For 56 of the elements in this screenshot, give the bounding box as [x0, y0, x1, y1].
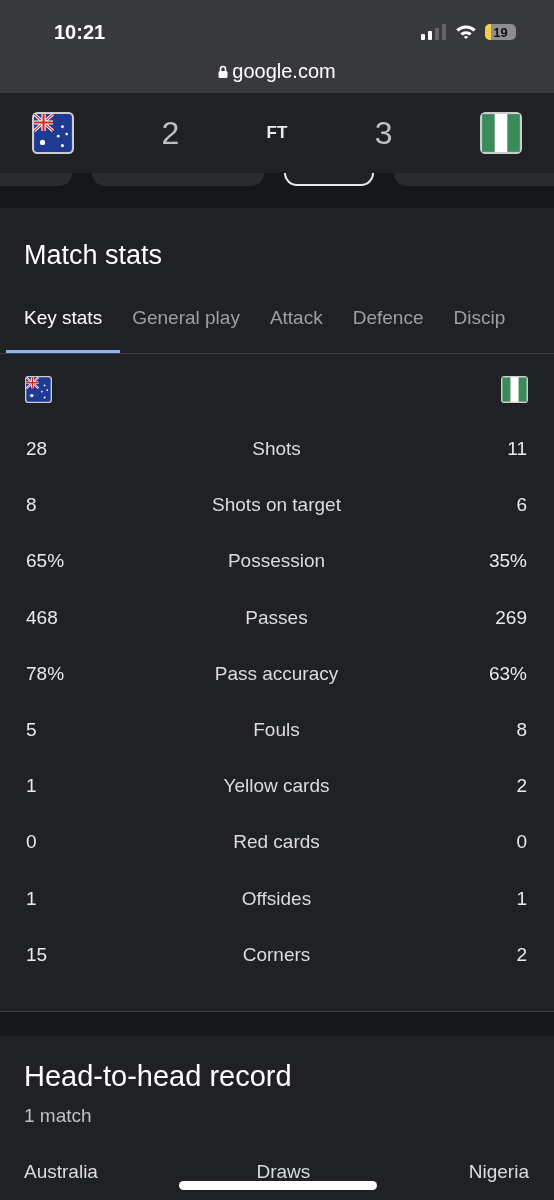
home-value: 5 — [26, 719, 38, 742]
home-value: 15 — [26, 943, 49, 966]
away-value: 269 — [494, 606, 527, 629]
stat-label: Fouls — [252, 719, 301, 742]
tab[interactable]: General play — [132, 305, 240, 353]
away-value: 8 — [515, 719, 527, 742]
away-score: 3 — [373, 114, 394, 152]
away-value: 11 — [506, 438, 527, 461]
flag-icon — [25, 376, 52, 403]
stat-label: Shots on target — [211, 494, 342, 517]
away-value: 63% — [487, 662, 527, 685]
away-value: 0 — [515, 831, 527, 854]
tab[interactable]: Discip — [453, 305, 506, 353]
url-text: google.com — [232, 60, 336, 83]
tab[interactable]: Defence — [352, 305, 424, 353]
home-value: 78% — [26, 662, 66, 685]
away-value: 2 — [515, 775, 527, 798]
away-value: 6 — [515, 494, 527, 517]
home-score: 2 — [160, 114, 181, 152]
tab[interactable]: Key stats — [6, 305, 121, 353]
clock-time: 10:21 — [54, 19, 106, 44]
tab[interactable]: Attack — [269, 305, 323, 353]
wifi-icon — [455, 24, 477, 40]
stat-label: Possession — [226, 550, 327, 573]
address-bar[interactable]: google.com — [0, 50, 554, 93]
stat-label: Shots — [251, 438, 302, 461]
away-value: 35% — [487, 550, 527, 573]
stat-label: Offsides — [240, 887, 313, 910]
home-value: 28 — [26, 438, 49, 461]
chip[interactable] — [284, 173, 374, 186]
column-header: Australia — [24, 1160, 98, 1183]
home-value: 0 — [26, 831, 38, 854]
flag-icon — [32, 112, 74, 154]
lock-icon — [218, 65, 229, 78]
stat-label: Yellow cards — [222, 775, 331, 798]
section-title: Head-to-head record — [23, 1058, 293, 1093]
home-value: 1 — [26, 775, 38, 798]
home-value: 1 — [26, 887, 38, 910]
home-value: 468 — [26, 606, 59, 629]
section-title: Match stats — [23, 239, 164, 271]
column-header: Draws — [256, 1160, 311, 1183]
column-header: Nigeria — [468, 1160, 529, 1183]
flag-icon — [501, 376, 528, 403]
flag-icon — [479, 112, 522, 154]
away-value: 1 — [515, 887, 527, 910]
match-status: FT — [266, 123, 288, 143]
away-value: 2 — [515, 943, 527, 966]
stat-label: Pass accuracy — [213, 662, 340, 685]
home-value: 8 — [26, 494, 38, 517]
battery-level: 19 — [493, 24, 508, 40]
stat-label: Passes — [244, 606, 309, 629]
stat-label: Corners — [241, 943, 312, 966]
home-value: 65% — [26, 550, 66, 573]
stat-label: Red cards — [232, 831, 321, 854]
match-count: 1 match — [23, 1103, 93, 1127]
signal-icon — [421, 24, 447, 40]
